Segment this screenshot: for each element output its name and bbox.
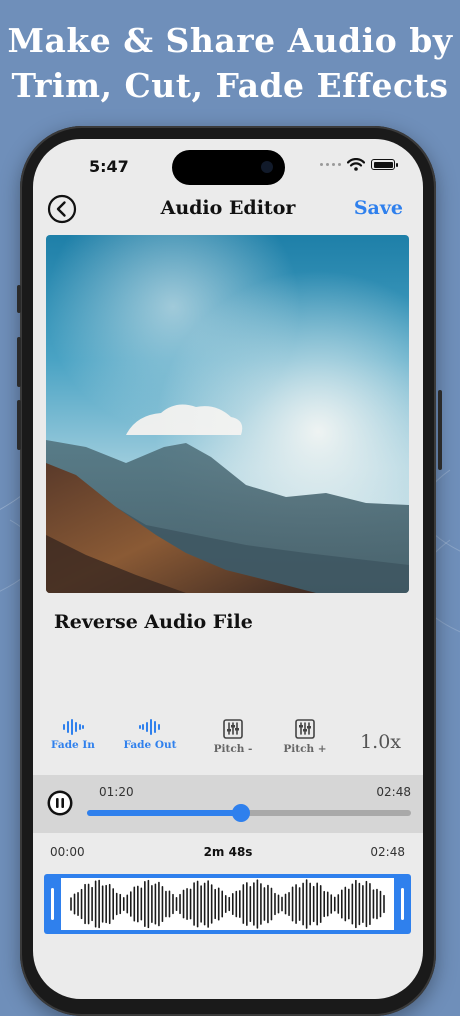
- waveform-trimmer[interactable]: [44, 874, 411, 934]
- wifi-icon: [347, 158, 365, 171]
- pause-button[interactable]: [46, 789, 74, 817]
- phone-screen: 5:47 Audio Editor Save Reverse Audio Fil…: [33, 139, 423, 999]
- headline-line-2: Trim, Cut, Fade Effects: [11, 66, 449, 105]
- status-time: 5:47: [89, 157, 129, 176]
- phone-power-button: [438, 390, 442, 470]
- pitch-up-button[interactable]: Pitch +: [265, 719, 345, 755]
- pitch-down-label: Pitch -: [213, 743, 253, 755]
- waveform-icon: [63, 719, 84, 735]
- playback-speed-button[interactable]: 1.0x: [360, 731, 401, 753]
- trim-range-row: 00:00 2m 48s 02:48: [33, 845, 423, 865]
- fade-out-label: Fade Out: [123, 739, 177, 751]
- album-artwork: [46, 235, 409, 593]
- promo-headline: Make & Share Audio by Trim, Cut, Fade Ef…: [0, 18, 460, 108]
- phone-volume-down: [17, 400, 21, 450]
- playback-slider-thumb[interactable]: [232, 804, 251, 822]
- trim-duration: 2m 48s: [203, 845, 253, 859]
- status-icons: [320, 158, 398, 171]
- waveform-view: [61, 878, 394, 930]
- headline-line-1: Make & Share Audio by: [7, 21, 453, 60]
- status-bar: 5:47: [33, 139, 423, 189]
- nav-bar: Audio Editor Save: [33, 191, 423, 231]
- trim-start-handle[interactable]: [51, 888, 54, 920]
- track-title: Reverse Audio File: [54, 611, 253, 633]
- current-time: 01:20: [99, 785, 134, 799]
- pitch-up-label: Pitch +: [283, 743, 327, 755]
- playback-progress-fill: [87, 810, 242, 816]
- battery-icon: [371, 159, 398, 170]
- trim-end-time: 02:48: [370, 845, 405, 859]
- fade-in-label: Fade In: [51, 739, 95, 751]
- phone-side-button: [17, 285, 21, 313]
- save-button[interactable]: Save: [354, 197, 403, 219]
- equalizer-sliders-icon: [223, 719, 243, 739]
- playback-slider[interactable]: [87, 804, 411, 822]
- phone-volume-up: [17, 337, 21, 387]
- fade-out-button[interactable]: Fade Out: [110, 719, 190, 751]
- total-time: 02:48: [376, 785, 411, 799]
- trim-end-handle[interactable]: [401, 888, 404, 920]
- fade-in-button[interactable]: Fade In: [33, 719, 113, 751]
- waveform-icon: [139, 719, 160, 735]
- dynamic-island: [172, 150, 285, 185]
- pitch-down-button[interactable]: Pitch -: [193, 719, 273, 755]
- player-bar: 01:20 02:48: [33, 775, 423, 833]
- signal-dots-icon: [320, 163, 341, 166]
- equalizer-sliders-icon: [295, 719, 315, 739]
